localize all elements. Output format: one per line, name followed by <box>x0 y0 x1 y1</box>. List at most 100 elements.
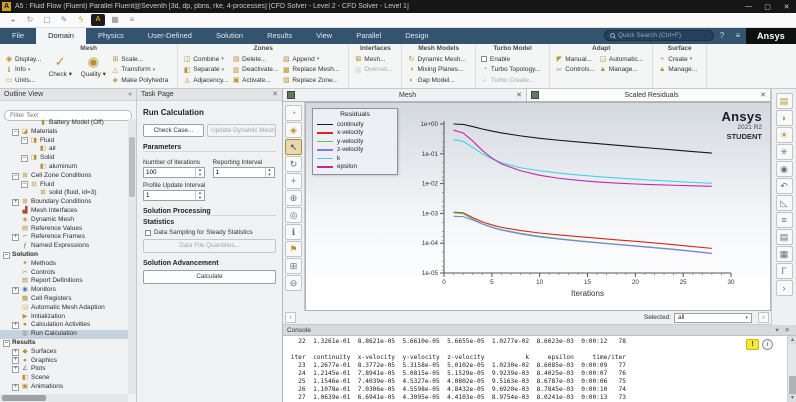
ruler-icon[interactable]: ≡ <box>775 212 793 228</box>
tree-item-monitors[interactable]: + ◉ Monitors <box>0 286 128 295</box>
plot-icon[interactable]: ◺ <box>775 195 793 211</box>
ribbon-units-button[interactable]: ▭ Units... <box>5 75 41 86</box>
tree-item-fluid[interactable]: – ◨ Fluid <box>0 137 128 146</box>
ribbon-adapt-automatic-button[interactable]: ◲ Automatic... <box>599 54 644 65</box>
ribbon-turbo-topology-button[interactable]: ◔ Turbo Topology... <box>481 65 541 76</box>
surface-create-caret-icon[interactable]: ▾ <box>690 56 693 62</box>
gear-icon[interactable]: ✳ <box>775 144 793 160</box>
reporting-interval-input[interactable] <box>213 168 265 177</box>
iterations-input[interactable] <box>144 168 195 177</box>
ribbon-display-button[interactable]: ◉ Display... <box>5 54 41 65</box>
iterations-stepper[interactable]: ▲▼ <box>143 167 205 178</box>
tree-item-solid-fluid-id-3[interactable]: ⊞ solid (fluid, id=3) <box>0 189 128 198</box>
ribbon-overset-button[interactable]: ▦ Overset... <box>354 65 393 76</box>
tree-expander-icon[interactable]: – <box>3 251 10 259</box>
tree-item-aluminum[interactable]: ◧ aluminum <box>0 163 128 172</box>
tree-expander-icon[interactable]: + <box>12 287 19 295</box>
refresh-icon[interactable]: ↻ <box>23 14 37 26</box>
mesh-display-icon[interactable]: ▤ <box>775 93 793 109</box>
update-dynamic-mesh-button[interactable]: Update Dynamic Mesh... <box>207 124 276 137</box>
ribbon-combine-button[interactable]: ◫ Combine ▾ <box>183 54 228 65</box>
tab-scroll-right-icon[interactable]: › <box>758 312 769 323</box>
menu-tab-results[interactable]: Results <box>255 28 304 44</box>
zoom-box-icon[interactable]: ⊞ <box>285 258 302 274</box>
check-case-button[interactable]: Check Case... <box>143 124 205 137</box>
ribbon-append-button[interactable]: ▧ Append ▾ <box>282 54 339 65</box>
grid-icon[interactable]: ▦ <box>108 14 122 26</box>
lightning-icon[interactable]: ϟ <box>74 14 88 26</box>
tree-expander-icon[interactable]: – <box>12 128 19 136</box>
tree-item-mesh-interfaces[interactable]: ▟ Mesh Interfaces <box>0 207 128 216</box>
tree-item-materials[interactable]: – ◪ Materials <box>0 128 128 137</box>
tree-item-calculation-activities[interactable]: + ● Calculation Activities <box>0 321 128 330</box>
tab-close-icon[interactable]: ✕ <box>516 91 522 99</box>
pointer-icon[interactable]: ↖ <box>285 139 302 155</box>
tree-expander-icon[interactable]: + <box>12 383 19 391</box>
ribbon-interfaces-mesh-button[interactable]: ⊠ Mesh... <box>354 54 392 65</box>
magnifier-icon[interactable]: ◎ <box>285 207 302 223</box>
tree-expander-icon[interactable]: – <box>21 181 28 189</box>
list-icon[interactable]: ≡ <box>730 28 746 44</box>
ribbon-turbo-enable-button[interactable]: Enable <box>480 54 540 65</box>
tree-expander-icon[interactable]: + <box>12 366 19 374</box>
ribbon-deactivate-button[interactable]: ▥ Deactivate... <box>232 65 278 76</box>
ribbon-adapt-manage-button[interactable]: ▲ Manage... <box>599 65 643 76</box>
ribbon-turbo-create-button[interactable]: ◕ Turbo Create... <box>481 75 540 86</box>
transform-caret-icon[interactable]: ▾ <box>153 67 156 73</box>
quick-search-input[interactable]: Quick Search (Ctrl+F) <box>604 30 714 41</box>
tree-horizontal-scrollbar[interactable] <box>0 394 128 402</box>
ribbon-gap-model-button[interactable]: ◐ Gap Model... <box>407 75 465 86</box>
orbit-icon[interactable]: ◔ <box>285 105 302 121</box>
tree-item-battery-model-off[interactable]: ▮ Battery Model (Off) <box>0 119 128 128</box>
tree-item-methods[interactable]: ✦ Methods <box>0 260 128 269</box>
tree-expander-icon[interactable]: + <box>12 357 19 365</box>
menu-tab-domain[interactable]: Domain <box>36 28 86 44</box>
ribbon-make-polyhedra-button[interactable]: ◈ Make Polyhedra <box>111 75 169 86</box>
save-icon[interactable]: ◒ <box>6 14 20 26</box>
tree-expander-icon[interactable]: – <box>21 155 28 163</box>
selected-dropdown[interactable]: all ▾ <box>674 312 752 323</box>
console-body[interactable]: 22 1.3261e-01 8.8621e-05 5.6610e-05 5.66… <box>283 336 787 402</box>
undo-icon[interactable]: ↶ <box>775 178 793 194</box>
ribbon-mixing-planes-button[interactable]: ◑ Mixing Planes... <box>407 65 465 76</box>
ribbon-replace-mesh-button[interactable]: ▩ Replace Mesh... <box>282 65 339 76</box>
highlight-icon[interactable]: ☀ <box>775 127 793 143</box>
menu-tab-file[interactable]: File <box>0 28 36 44</box>
menu-tab-design[interactable]: Design <box>393 28 440 44</box>
combine-caret-icon[interactable]: ▾ <box>221 56 224 62</box>
tab-scroll-left-icon[interactable]: ‹ <box>285 312 296 323</box>
tree-item-initialization[interactable]: ▶ Initialization <box>0 313 128 322</box>
tree-item-surfaces[interactable]: + ◆ Surfaces <box>0 348 128 357</box>
ribbon-activate-button[interactable]: ▣ Activate... <box>232 75 278 86</box>
menu-tab-user-defined[interactable]: User-Defined <box>136 28 204 44</box>
tree-vertical-scrollbar[interactable] <box>128 119 136 394</box>
ribbon-dynamic-mesh-button[interactable]: ↻ Dynamic Mesh... <box>407 54 466 65</box>
menu-tab-parallel[interactable]: Parallel <box>344 28 393 44</box>
copy-screen-icon[interactable]: ▢ <box>40 14 54 26</box>
info-icon[interactable]: ℹ <box>285 224 302 240</box>
ribbon-transform-button[interactable]: △ Transform ▾ <box>111 65 168 76</box>
tree-item-reference-frames[interactable]: + ⌐ Reference Frames <box>0 233 128 242</box>
graphics-tab-scaled-residuals[interactable]: Scaled Residuals ✕ <box>527 89 771 101</box>
close-button[interactable]: ✕ <box>777 3 796 11</box>
tree-expander-icon[interactable]: – <box>21 137 28 145</box>
calculate-button[interactable]: Calculate <box>143 270 276 284</box>
tree-item-controls[interactable]: ✂ Controls <box>0 269 128 278</box>
minimize-button[interactable]: — <box>739 3 758 10</box>
reporting-interval-stepper[interactable]: ▲▼ <box>212 167 275 178</box>
ribbon-surface-create-button[interactable]: + Create ▾ <box>658 54 697 65</box>
ribbon-surface-manage-button[interactable]: ▲ Manage... <box>658 65 697 76</box>
zoom-out-icon[interactable]: ⊖ <box>285 275 302 291</box>
turbo-enable-checkbox[interactable] <box>480 56 487 63</box>
tree-expander-icon[interactable]: + <box>12 348 19 356</box>
pencil-icon[interactable]: ✎ <box>57 14 71 26</box>
maximize-button[interactable]: ▢ <box>758 3 777 11</box>
ribbon-scale-button[interactable]: ⊞ Scale... <box>111 54 168 65</box>
profile-update-interval-input[interactable] <box>144 191 195 200</box>
tree-item-dynamic-mesh[interactable]: ◈ Dynamic Mesh <box>0 216 128 225</box>
tree-expander-icon[interactable]: – <box>12 172 19 180</box>
corner-icon[interactable]: Γ <box>775 263 793 279</box>
tree-item-animations[interactable]: + ▣ Animations <box>0 383 128 392</box>
layout-icon[interactable]: ≡ <box>125 14 139 26</box>
menu-tab-solution[interactable]: Solution <box>204 28 255 44</box>
